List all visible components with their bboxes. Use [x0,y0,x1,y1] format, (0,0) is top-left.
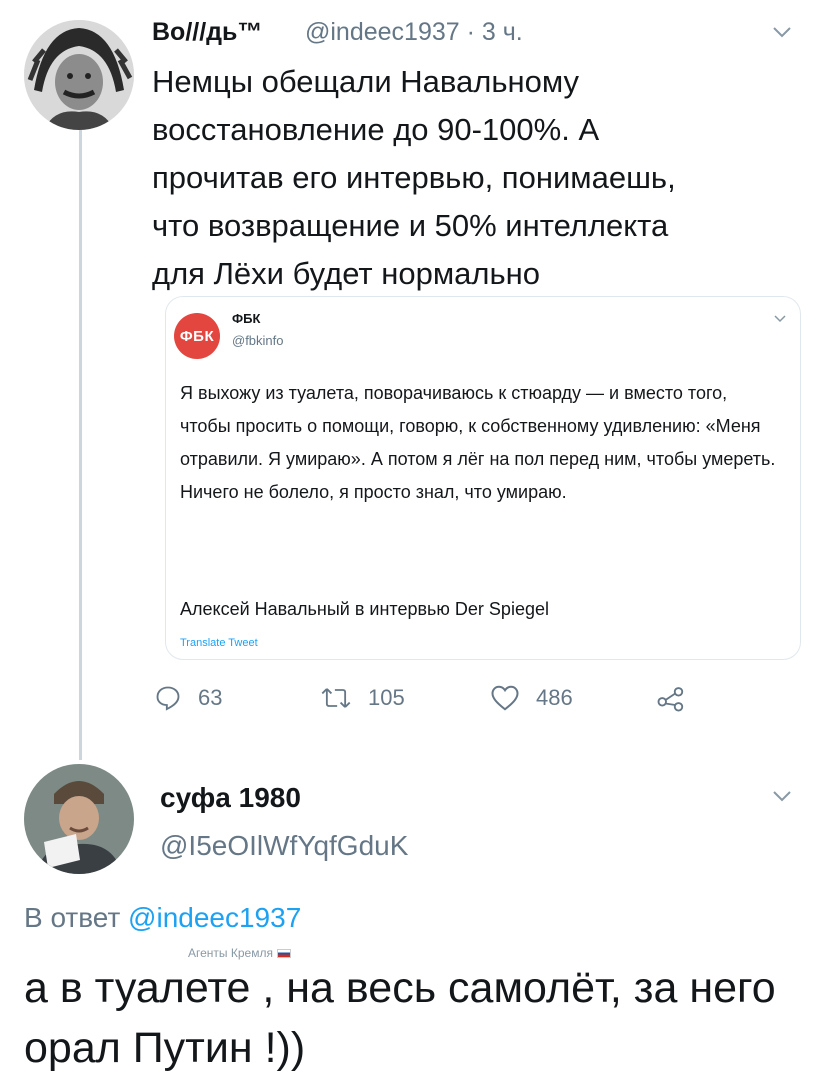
quoted-author-name: ФБК [232,311,261,326]
quoted-tweet-text: Я выхожу из туалета, поворачиваюсь к стю… [180,383,776,502]
retweet-count: 105 [368,685,405,710]
avatar-image [24,764,134,874]
heart-icon [491,685,519,711]
avatar[interactable] [24,20,134,130]
retweet-button[interactable]: 105 [320,684,405,712]
reply-context-label: В ответ [24,902,129,933]
like-count: 486 [536,685,573,710]
translate-tweet-link[interactable]: Translate Tweet [180,637,258,649]
quoted-tweet-card[interactable]: ФБК ФБК @fbkinfo Я выхожу из туалета, по… [165,296,801,660]
share-button[interactable] [656,684,686,712]
tweet-text: Немцы обещали Навальному восстановление … [152,64,676,291]
reply-context: В ответ @indeec1937 [24,902,301,934]
like-button[interactable]: 486 [490,684,573,712]
reply-icon [156,686,180,711]
reply-author-handle[interactable]: @I5eOIlWfYqfGduK [160,830,408,862]
author-handle-and-time[interactable]: @indeec1937 · 3 ч. [305,18,523,47]
reply-author-name[interactable]: суфа 1980 [160,782,301,814]
chevron-down-icon[interactable] [774,315,786,323]
quoted-tweet-signature: Алексей Навальный в интервью Der Spiegel [180,599,549,619]
chevron-down-icon[interactable] [772,26,792,38]
reply-button[interactable]: 63 [154,684,222,712]
fbk-logo: ФБК [174,313,220,359]
avatar[interactable] [24,764,134,874]
reply-to-link[interactable]: @indeec1937 [128,902,301,933]
russian-flag-icon [276,948,291,958]
quoted-author-handle: @fbkinfo [232,333,284,348]
share-icon [657,687,684,712]
reply-text: а в туалете , на весь самолёт, за него о… [24,964,776,1072]
reply-count: 63 [198,685,223,710]
author-name[interactable]: Во///дь™ [152,18,262,47]
retweet-icon [321,688,351,708]
chevron-down-icon[interactable] [772,790,792,802]
thread-connector-line [79,128,82,760]
avatar-image [24,20,134,130]
